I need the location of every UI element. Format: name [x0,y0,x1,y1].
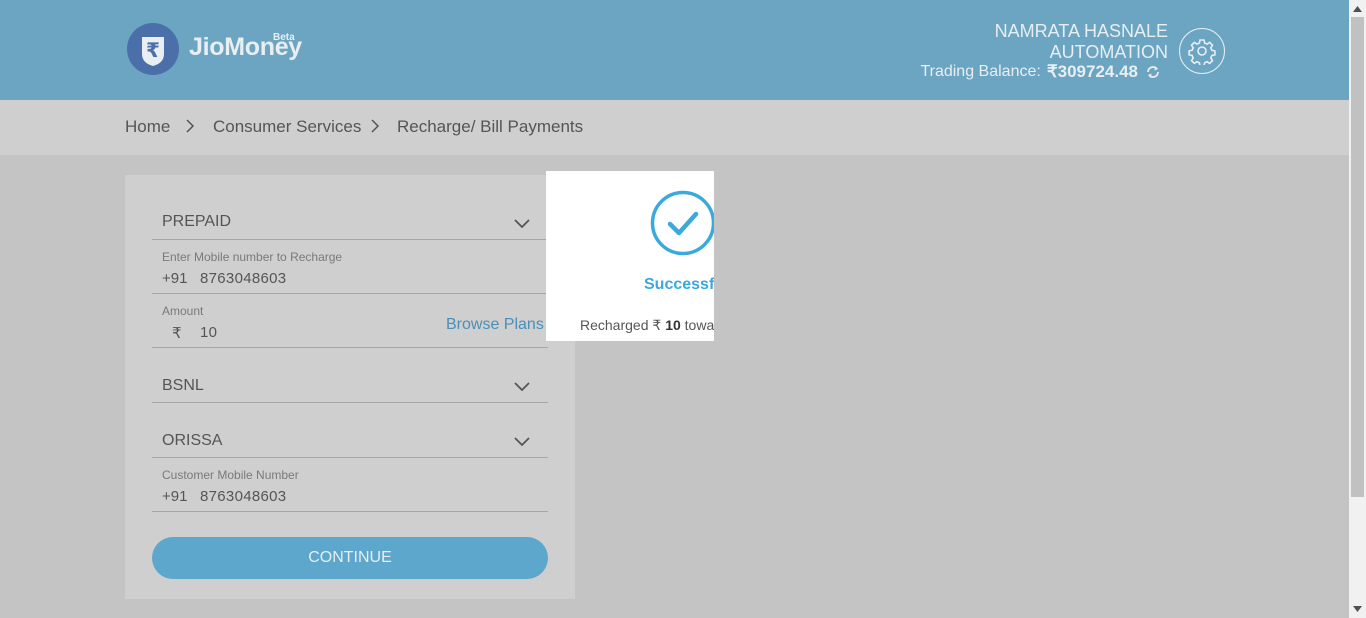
balance-label: Trading Balance: [920,63,1041,80]
refresh-icon[interactable] [1145,64,1161,80]
amount-underline [152,347,548,348]
mobile-number-underline [152,293,548,294]
mobile-number-label: Enter Mobile number to Recharge [162,250,343,264]
breadcrumb-consumer-services[interactable]: Consumer Services [213,117,361,137]
plan-type-underline [152,239,548,240]
customer-mobile-input[interactable]: 8763048603 [200,488,286,505]
svg-text:₹: ₹ [146,38,160,62]
customer-mobile-underline [152,511,548,512]
circle-underline [152,457,548,458]
breadcrumb [0,100,1349,155]
scrollbar-thumb[interactable] [1351,17,1364,497]
amount-label: Amount [162,304,204,318]
recharge-amount: 10 [665,317,681,333]
user-name-line1: NAMRATA HASNALE [994,21,1168,41]
mobile-number-input[interactable]: 8763048603 [200,270,286,287]
chevron-right-icon [186,119,195,133]
continue-button[interactable]: CONTINUE [152,537,548,579]
operator-select[interactable]: BSNL [162,377,204,395]
user-name-line2: AUTOMATION [1049,42,1168,62]
success-title: Successful [644,276,714,293]
breadcrumb-home[interactable]: Home [125,117,170,137]
recharge-summary: Recharged ₹ 10 towards [580,317,714,334]
mobile-country-code: +91 [162,270,188,287]
trading-balance: Trading Balance: ₹309724.48 [920,62,1161,82]
recharge-prefix: Recharged ₹ [580,317,662,333]
circle-select[interactable]: ORISSA [162,432,222,450]
customer-country-code: +91 [162,488,188,505]
settings-button[interactable] [1179,28,1225,74]
beta-badge: Beta [273,32,295,43]
breadcrumb-recharge-bill-payments[interactable]: Recharge/ Bill Payments [397,117,583,137]
plan-type-select[interactable]: PREPAID [162,213,231,231]
success-modal: Successful Recharged ₹ 10 towards [546,171,714,341]
user-name: NAMRATA HASNALE AUTOMATION [868,21,1168,63]
operator-underline [152,402,548,403]
chevron-down-icon[interactable] [514,382,530,392]
chevron-right-icon [371,119,380,133]
balance-value: ₹309724.48 [1046,62,1138,81]
top-header: ₹ JioMoney Beta NAMRATA HASNALE AUTOMATI… [0,0,1349,100]
checkmark-circle-icon [650,190,714,256]
amount-input[interactable]: 10 [200,324,217,341]
jiomoney-logo-icon[interactable]: ₹ [127,23,179,75]
customer-mobile-label: Customer Mobile Number [162,468,299,482]
scroll-up-icon[interactable] [1353,6,1362,12]
recharge-suffix: towards [684,317,714,333]
rupee-symbol: ₹ [172,325,182,342]
browse-plans-link[interactable]: Browse Plans [446,316,544,334]
gear-icon [1188,39,1216,65]
chevron-down-icon[interactable] [514,219,530,229]
scroll-down-icon[interactable] [1353,606,1362,612]
chevron-down-icon[interactable] [514,437,530,447]
